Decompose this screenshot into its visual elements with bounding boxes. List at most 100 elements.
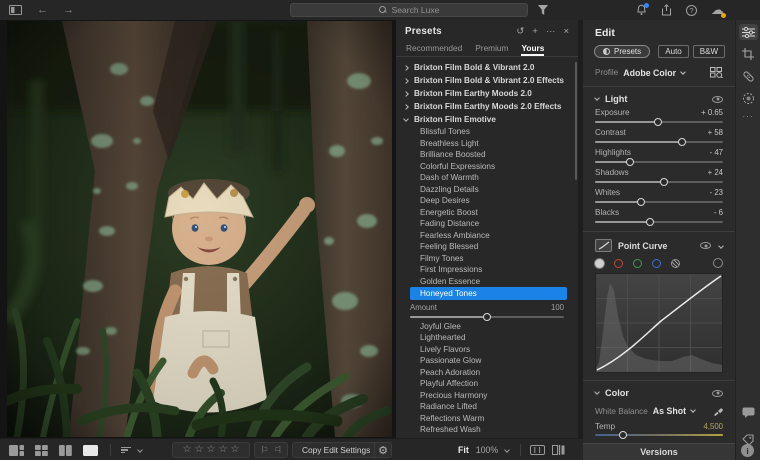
star-icon[interactable]: ☆	[230, 445, 239, 455]
filter-icon[interactable]	[538, 5, 548, 15]
preset-history-icon[interactable]: ↺	[516, 27, 524, 37]
star-rating[interactable]: ☆☆☆☆☆	[172, 442, 250, 458]
curve-reset-icon[interactable]	[713, 258, 723, 268]
pick-flag-icon[interactable]: ⚐	[260, 446, 268, 455]
preset-item-dash-of-warmth[interactable]: Dash of Warmth	[396, 172, 578, 184]
reject-flag-icon[interactable]: ⚐	[274, 446, 282, 455]
preset-item-selected[interactable]: Honeyed Tones	[410, 287, 567, 300]
shadows-slider-knob[interactable]	[660, 178, 668, 186]
copy-edit-settings-button[interactable]: Copy Edit Settings	[292, 442, 380, 458]
grid-view-button[interactable]	[9, 445, 24, 456]
create-preset-icon[interactable]: +	[532, 27, 538, 37]
point-curve-button[interactable]	[595, 239, 612, 252]
versions-button[interactable]: Versions	[583, 443, 735, 460]
preset-item-energetic-boost[interactable]: Energetic Boost	[396, 207, 578, 219]
edit-tool-button[interactable]	[739, 24, 758, 40]
color-visibility-eye-icon[interactable]	[712, 390, 723, 397]
preset-item-radiance-lifted[interactable]: Radiance Lifted	[396, 401, 578, 413]
exposure-slider-knob[interactable]	[654, 118, 662, 126]
blue-channel-button[interactable]	[652, 259, 661, 268]
amount-slider-knob[interactable]	[483, 313, 491, 321]
tab-recommended[interactable]: Recommended	[406, 43, 462, 56]
light-section-header[interactable]: Light	[595, 94, 723, 104]
preset-item-dazzling-details[interactable]: Dazzling Details	[396, 184, 578, 196]
cloud-sync-icon[interactable]: ☁	[711, 1, 724, 19]
healing-tool-button[interactable]	[739, 68, 758, 84]
star-icon[interactable]: ☆	[195, 445, 204, 455]
tab-premium[interactable]: Premium	[475, 43, 508, 56]
preset-more-icon[interactable]: ···	[546, 27, 556, 37]
preset-item-feeling-blessed[interactable]: Feeling Blessed	[396, 241, 578, 253]
blacks-slider-knob[interactable]	[646, 218, 654, 226]
tone-curve-editor[interactable]	[595, 273, 723, 373]
shadows-slider[interactable]	[595, 181, 723, 183]
preset-group-brixton-film-bold-vibrant-2-0[interactable]: Brixton Film Bold & Vibrant 2.0	[396, 61, 578, 74]
back-arrow-icon[interactable]: ←	[37, 5, 48, 16]
star-icon[interactable]: ☆	[183, 445, 192, 455]
preset-item-precious-harmony[interactable]: Precious Harmony	[396, 390, 578, 402]
photo[interactable]	[7, 21, 392, 437]
temp-slider[interactable]	[595, 434, 723, 436]
preset-group-brixton-film-bold-vibrant-2-0-effects[interactable]: Brixton Film Bold & Vibrant 2.0 Effects	[396, 74, 578, 87]
chevron-down-icon[interactable]	[504, 447, 510, 453]
panel-toggle-icon[interactable]	[9, 5, 22, 15]
preset-group-brixton-film-emotive[interactable]: Brixton Film Emotive	[396, 113, 578, 126]
preset-item-joyful-glee[interactable]: Joyful Glee	[396, 321, 578, 333]
green-channel-button[interactable]	[633, 259, 642, 268]
whites-slider[interactable]	[595, 201, 723, 203]
compare-view-button[interactable]	[59, 445, 72, 456]
profile-value[interactable]: Adobe Color	[623, 68, 676, 78]
preset-item-first-impressions[interactable]: First Impressions	[396, 264, 578, 276]
color-section-header[interactable]: Color	[595, 388, 723, 398]
fit-button[interactable]: Fit	[458, 445, 469, 455]
preset-item-breathless-light[interactable]: Breathless Light	[396, 138, 578, 150]
preset-item-blissful-tones[interactable]: Blissful Tones	[396, 126, 578, 138]
settings-gear-icon[interactable]: ⚙	[374, 442, 392, 458]
preset-item-lighthearted[interactable]: Lighthearted	[396, 332, 578, 344]
close-presets-icon[interactable]: ×	[563, 27, 569, 37]
forward-arrow-icon[interactable]: →	[63, 5, 74, 16]
preset-group-brixton-film-earthy-moods-2-0[interactable]: Brixton Film Earthy Moods 2.0	[396, 87, 578, 100]
preset-item-fading-distance[interactable]: Fading Distance	[396, 218, 578, 230]
bw-button[interactable]: B&W	[693, 45, 725, 58]
whites-slider-knob[interactable]	[637, 198, 645, 206]
parametric-channel-button[interactable]	[671, 259, 680, 268]
preset-item-golden-essence[interactable]: Golden Essence	[396, 276, 578, 288]
preset-group-brixton-film-earthy-moods-2-0-effects[interactable]: Brixton Film Earthy Moods 2.0 Effects	[396, 100, 578, 113]
white-balance-value[interactable]: As Shot	[653, 406, 686, 416]
flag-controls[interactable]: ⚐ ⚐	[254, 442, 288, 458]
auto-button[interactable]: Auto	[658, 45, 688, 58]
filmstrip-toggle-icon[interactable]	[530, 439, 545, 460]
star-icon[interactable]: ☆	[218, 445, 227, 455]
preset-item-playful-affection[interactable]: Playful Affection	[396, 378, 578, 390]
square-grid-view-button[interactable]	[35, 445, 48, 456]
blacks-slider[interactable]	[595, 221, 723, 223]
crop-tool-button[interactable]	[739, 46, 758, 62]
masking-tool-button[interactable]	[739, 90, 758, 106]
chevron-down-icon[interactable]	[137, 447, 143, 453]
highlights-slider[interactable]	[595, 161, 723, 163]
preset-item-filmy-tones[interactable]: Filmy Tones	[396, 253, 578, 265]
contrast-slider[interactable]	[595, 141, 723, 143]
preset-item-lively-flavors[interactable]: Lively Flavors	[396, 344, 578, 356]
presets-scrollbar[interactable]	[575, 62, 577, 180]
eyedropper-icon[interactable]	[713, 406, 723, 416]
profile-browser-icon[interactable]	[710, 67, 723, 78]
preset-item-refreshed-wash[interactable]: Refreshed Wash	[396, 424, 578, 436]
presets-toggle-button[interactable]: Presets	[594, 45, 650, 58]
preset-item-fearless-ambiance[interactable]: Fearless Ambiance	[396, 230, 578, 242]
preset-item-reflections-warm[interactable]: Reflections Warm	[396, 413, 578, 425]
amount-slider[interactable]	[410, 316, 564, 318]
zoom-level-value[interactable]: 100%	[476, 445, 499, 455]
preset-item-deep-desires[interactable]: Deep Desires	[396, 195, 578, 207]
share-icon[interactable]	[661, 4, 672, 16]
preset-item-passionate-glow[interactable]: Passionate Glow	[396, 355, 578, 367]
preset-item-brilliance-boosted[interactable]: Brilliance Boosted	[396, 149, 578, 161]
help-icon[interactable]: ?	[686, 5, 697, 16]
comments-icon[interactable]	[739, 404, 758, 420]
info-icon[interactable]: i	[741, 444, 754, 457]
red-channel-button[interactable]	[614, 259, 623, 268]
luminance-channel-button[interactable]	[595, 259, 604, 268]
tab-yours[interactable]: Yours	[521, 43, 544, 56]
chevron-down-icon[interactable]	[690, 407, 696, 413]
